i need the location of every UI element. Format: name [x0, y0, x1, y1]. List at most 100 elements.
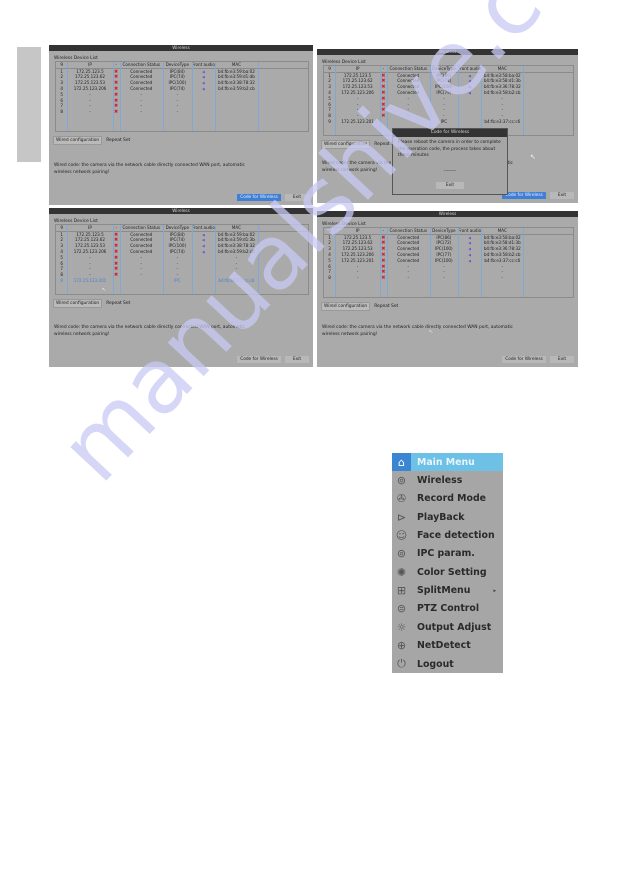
code-for-wireless-dialog: Code for Wireless Please reboot the camer… — [392, 128, 508, 195]
column-header[interactable]: MAC — [481, 66, 523, 72]
face-detection-icon: ☺ — [395, 529, 408, 543]
tab-wired-configuration[interactable]: Wired configuration — [53, 299, 103, 308]
column-header[interactable]: Front audio — [192, 225, 216, 231]
tab-repeat-set[interactable]: Repeat Set — [104, 137, 132, 144]
device-table: 9 IP - Connection Status DeviceType Front aud… — [55, 61, 309, 132]
menu-item-main-menu[interactable]: ⌂ Main Menu — [392, 453, 503, 472]
speaker-icon: ◀ — [202, 249, 205, 254]
code-for-wireless-button[interactable]: Code for Wireless — [237, 356, 281, 363]
menu-item-face-detection[interactable]: ☺ Face detection — [392, 526, 503, 544]
wireless-window: Wireless Wireless Device List 8 IP - Connecti… — [317, 211, 578, 367]
speaker-icon: ◀ — [202, 86, 205, 91]
window-title: Wireless — [49, 208, 313, 214]
ip-address: - — [356, 275, 359, 281]
table-row[interactable]: 8 - ✖ - - — [56, 109, 308, 115]
menu-item-splitmenu[interactable]: ⊞ SplitMenu ▸ — [392, 581, 503, 599]
column-header[interactable]: Front audio — [458, 228, 481, 234]
column-header[interactable]: 9 — [56, 225, 67, 231]
table-row[interactable]: 9 172.25.123.201 IPC b4:fb:e3:37:cc:c6 — [324, 119, 573, 125]
column-header[interactable]: MAC — [215, 225, 257, 231]
dialog-exit-button[interactable]: Exit — [436, 182, 464, 189]
config-tabs: Wired configuration Repeat Set — [53, 136, 134, 145]
column-header[interactable]: Connection Status — [120, 225, 164, 231]
menu-item-netdetect[interactable]: ⊕ NetDetect — [392, 637, 503, 655]
menu-item-playback[interactable]: ⊳ PlayBack — [392, 508, 503, 526]
code-for-wireless-button[interactable]: Code for Wireless — [237, 194, 281, 201]
column-header[interactable]: Front audio — [192, 62, 216, 68]
column-header[interactable]: IP — [67, 62, 112, 68]
speaker-icon: ◀ — [468, 258, 472, 263]
column-header[interactable]: DeviceType — [163, 225, 191, 231]
column-header[interactable]: Connection Status — [387, 228, 430, 234]
row-number: 9 — [328, 118, 331, 124]
row-number: 9 — [60, 277, 63, 283]
config-tabs: Wired configuration Repeat Set — [321, 140, 402, 149]
column-header[interactable]: - — [380, 228, 387, 234]
mouse-cursor-icon: ↖ — [530, 153, 536, 161]
menu-item-label: SplitMenu — [417, 585, 471, 597]
menu-item-ptz-control[interactable]: ⊜ PTZ Control — [392, 600, 503, 618]
row-number: 8 — [328, 275, 331, 281]
mac-address: b4:fb:e3:37:cc:c6 — [218, 277, 255, 283]
column-header[interactable]: DeviceType — [430, 66, 458, 72]
column-header[interactable]: - — [113, 225, 120, 231]
column-header[interactable]: Connection Status — [120, 62, 164, 68]
column-header[interactable]: Front audio — [458, 66, 481, 72]
column-header[interactable]: IP — [335, 228, 380, 234]
wired-code-description: Wired code: the camera via the network c… — [54, 325, 245, 337]
column-header[interactable]: DeviceType — [430, 228, 458, 234]
brightness-icon: ☼ — [396, 620, 407, 634]
exit-button[interactable]: Exit — [550, 356, 574, 363]
mac-address: b4:fb:e3:37:cc:c6 — [484, 118, 521, 124]
delete-x-icon[interactable]: ✖ — [113, 109, 120, 116]
column-header[interactable]: - — [113, 62, 120, 68]
device-type: - — [176, 109, 179, 115]
delete-x-icon[interactable]: ✖ — [380, 275, 387, 282]
column-header[interactable]: MAC — [215, 62, 257, 68]
menu-item-ipc-param[interactable]: ⊚ IPC param. — [392, 545, 503, 563]
grid-split-icon: ⊞ — [396, 584, 407, 598]
tab-wired-configuration[interactable]: Wired configuration — [53, 136, 103, 145]
wireless-window: Wireless Wireless Device List 9 IP - Connecti… — [49, 45, 313, 205]
column-header[interactable]: IP — [67, 225, 112, 231]
dialog-message: Please reboot the camera in order to com… — [398, 140, 501, 159]
device-type: IPC — [440, 118, 448, 124]
menu-item-output-adjust[interactable]: ☼ Output Adjust — [392, 618, 503, 636]
mac-address: - — [501, 275, 504, 281]
tab-repeat-set[interactable]: Repeat Set — [104, 300, 132, 307]
column-header[interactable]: IP — [335, 66, 380, 72]
ip-address: - — [89, 109, 91, 115]
dialog-title: Code for Wireless — [393, 129, 507, 137]
exit-button[interactable]: Exit — [285, 356, 309, 363]
column-header[interactable]: - — [380, 66, 387, 72]
connection-status: - — [140, 109, 143, 115]
speaker-icon: ◀ — [202, 81, 205, 86]
code-for-wireless-button[interactable]: Code for Wireless — [502, 356, 546, 363]
menu-item-record-mode[interactable]: ✇ Record Mode — [392, 490, 503, 508]
wireless-window: Wireless Wireless Device List 9 IP - Connecti… — [49, 208, 313, 367]
menu-item-color-setting[interactable]: ✺ Color Setting — [392, 563, 503, 581]
row-number: 8 — [60, 109, 63, 115]
menu-item-wireless[interactable]: ⊚ Wireless — [392, 471, 503, 489]
exit-button[interactable]: Exit — [285, 194, 309, 201]
menu-item-label: PlayBack — [417, 511, 465, 523]
column-header[interactable]: Connection Status — [387, 66, 430, 72]
code-for-wireless-button[interactable]: Code for Wireless — [502, 192, 546, 199]
speaker-icon: ◀ — [468, 241, 472, 246]
column-header[interactable]: 9 — [56, 62, 67, 68]
column-header[interactable]: 9 — [324, 66, 335, 72]
column-header[interactable]: MAC — [481, 228, 523, 234]
tab-wired-configuration[interactable]: Wired configuration — [321, 140, 371, 149]
table-row[interactable]: 8 - ✖ - - - — [324, 275, 573, 281]
tab-repeat-set[interactable]: Repeat Set — [372, 303, 400, 310]
ptz-camera-icon: ⊜ — [396, 602, 407, 616]
wired-code-description: Wired code: the camera via the network c… — [322, 325, 513, 337]
tab-wired-configuration[interactable]: Wired configuration — [321, 302, 371, 311]
exit-button[interactable]: Exit — [550, 192, 574, 199]
menu-item-logout[interactable]: ⏻ Logout — [392, 655, 503, 673]
column-header[interactable]: 8 — [324, 228, 335, 234]
column-header[interactable]: DeviceType — [163, 62, 191, 68]
wireless-camera-icon: ⊚ — [396, 474, 407, 488]
table-row[interactable]: 9 172.25.123.201 IPC b4:fb:e3:37:cc:c6 — [56, 278, 308, 284]
wireless-window: Wireless Wireless Device List 9 IP - Connecti… — [317, 49, 578, 203]
